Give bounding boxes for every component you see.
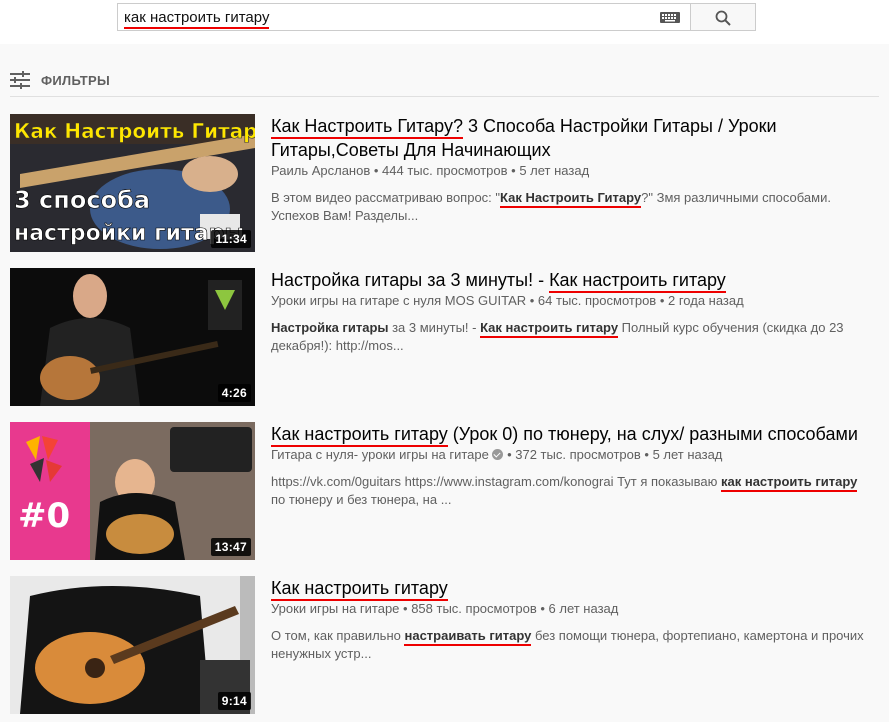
search-icon <box>715 10 731 26</box>
channel-name[interactable]: Раиль Арсланов <box>271 163 370 178</box>
video-duration: 4:26 <box>217 384 251 402</box>
search-button[interactable] <box>691 3 756 31</box>
meta-separator: • <box>507 163 520 178</box>
title-highlight: Как настроить гитару <box>271 424 448 447</box>
desc-text: В этом видео рассматриваю вопрос: " <box>271 190 501 205</box>
desc-text: https://vk.com/0guitars https://www.inst… <box>271 474 721 489</box>
view-count: 64 тыс. просмотров <box>537 293 657 308</box>
meta-separator: • <box>640 447 653 462</box>
title-text: Настройка гитары за 3 минуты! - <box>271 270 550 290</box>
video-title[interactable]: Как настроить гитару <box>271 576 871 601</box>
video-title[interactable]: Настройка гитары за 3 минуты! - Как наст… <box>271 268 871 293</box>
video-meta: Гитара с нуля- уроки игры на гитаре • 37… <box>271 446 871 464</box>
verified-icon <box>492 449 504 460</box>
video-description: О том, как правильно настраивать гитару … <box>271 627 871 663</box>
upload-age: 2 года назад <box>668 293 744 308</box>
meta-separator: • <box>656 293 668 308</box>
channel-name[interactable]: Гитара с нуля- уроки игры на гитаре <box>271 447 489 462</box>
video-thumbnail[interactable]: 9:14 <box>10 576 255 714</box>
view-count: 372 тыс. просмотров <box>515 447 641 462</box>
video-duration: 9:14 <box>217 692 251 710</box>
video-title[interactable]: Как Настроить Гитару? 3 Способа Настройк… <box>271 114 871 162</box>
meta-separator: • <box>536 601 549 616</box>
video-title[interactable]: Как настроить гитару (Урок 0) по тюнеру,… <box>271 422 871 447</box>
search-query[interactable]: как настроить гитару <box>124 9 270 29</box>
title-highlight: Как настроить гитару <box>271 578 448 601</box>
video-thumbnail[interactable]: Как Настроить Гитару? 3 способа настройк… <box>10 114 255 252</box>
video-meta: Уроки игры на гитаре • 858 тыс. просмотр… <box>271 600 871 618</box>
desc-highlight: Как Настроить Гитару <box>500 190 642 208</box>
thumb-caption-1: 3 способа <box>14 186 150 214</box>
filters-button[interactable]: ФИЛЬТРЫ <box>10 70 110 90</box>
search-input[interactable]: как настроить гитару <box>117 3 691 31</box>
video-thumbnail[interactable]: 4:26 <box>10 268 255 406</box>
title-rest: (Урок 0) по тюнеру, на слух/ разными спо… <box>447 424 858 444</box>
upload-age: 5 лет назад <box>519 163 590 178</box>
upload-age: 6 лет назад <box>548 601 619 616</box>
meta-separator: • <box>503 447 516 462</box>
channel-name[interactable]: Уроки игры на гитаре <box>271 601 399 616</box>
video-duration: 13:47 <box>210 538 251 556</box>
thumb-caption-2: настройки гитары <box>14 221 244 246</box>
video-thumbnail[interactable]: #0 13:47 <box>10 422 255 560</box>
video-meta: Раиль Арсланов • 444 тыс. просмотров • 5… <box>271 162 871 180</box>
title-highlight: Как настроить гитару <box>549 270 726 293</box>
meta-separator: • <box>526 293 538 308</box>
channel-name[interactable]: Уроки игры на гитаре с нуля MOS GUITAR <box>271 293 526 308</box>
desc-highlight: как настроить гитару <box>721 474 858 492</box>
video-description: В этом видео рассматриваю вопрос: "Как Н… <box>271 189 871 225</box>
desc-bold: Настройка гитары <box>271 320 389 335</box>
view-count: 444 тыс. просмотров <box>382 163 508 178</box>
view-count: 858 тыс. просмотров <box>411 601 537 616</box>
upload-age: 5 лет назад <box>652 447 723 462</box>
desc-text: за 3 минуты! - <box>388 320 481 335</box>
top-bar: как настроить гитару <box>0 0 889 44</box>
thumb-badge: #0 <box>18 496 70 536</box>
desc-text: О том, как правильно <box>271 628 405 643</box>
filter-icon <box>10 71 30 89</box>
video-meta: Уроки игры на гитаре с нуля MOS GUITAR •… <box>271 292 871 310</box>
video-description: Настройка гитары за 3 минуты! - Как наст… <box>271 319 871 355</box>
filters-label: ФИЛЬТРЫ <box>41 72 111 88</box>
video-duration: 11:34 <box>211 230 251 248</box>
divider <box>10 96 879 97</box>
thumb-title-text: Как Настроить Гитару? <box>14 119 255 143</box>
video-description: https://vk.com/0guitars https://www.inst… <box>271 473 871 509</box>
meta-separator: • <box>370 163 383 178</box>
desc-highlight: настраивать гитару <box>404 628 532 646</box>
title-highlight: Как Настроить Гитару? <box>271 116 463 139</box>
desc-text: по тюнеру и без тюнера, на ... <box>271 492 452 507</box>
keyboard-icon[interactable] <box>660 12 680 23</box>
desc-highlight: Как настроить гитару <box>480 320 619 338</box>
meta-separator: • <box>399 601 412 616</box>
